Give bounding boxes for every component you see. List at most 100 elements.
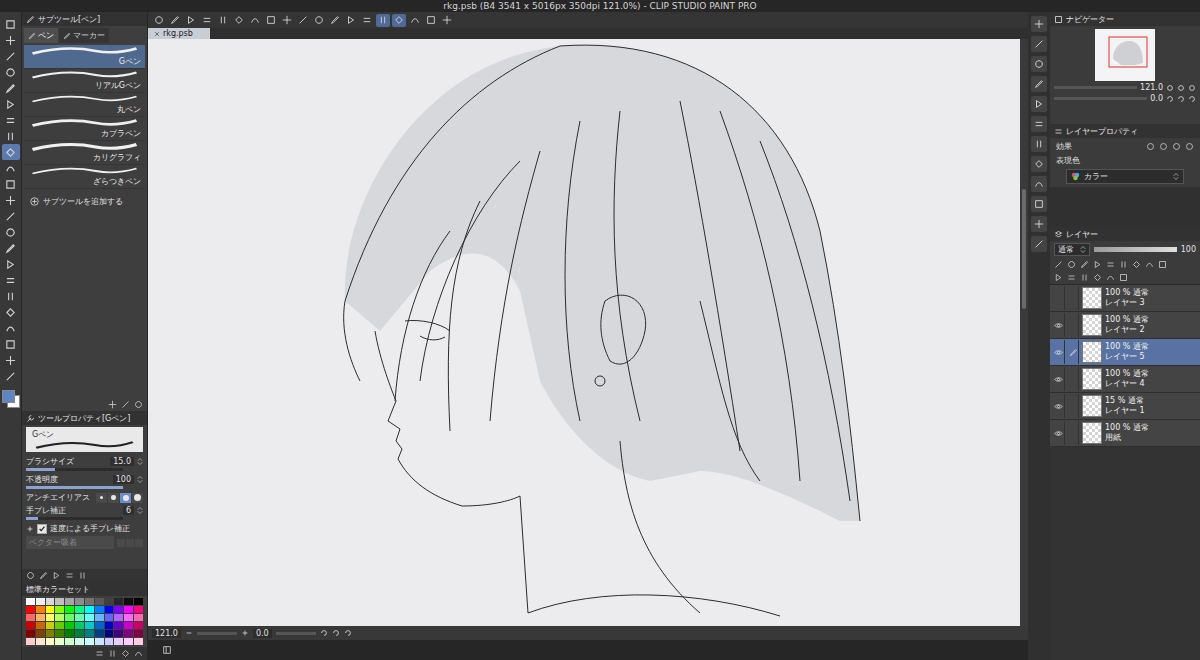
- color-swatch[interactable]: [46, 630, 55, 637]
- layer-tool-icon[interactable]: [1080, 260, 1089, 269]
- edit-target[interactable]: [1068, 394, 1079, 418]
- tool-button[interactable]: [2, 96, 20, 112]
- command-button[interactable]: [216, 14, 230, 27]
- canvas[interactable]: [148, 39, 1028, 626]
- navigator-zoom-slider[interactable]: [1054, 86, 1137, 89]
- color-swatch[interactable]: [85, 638, 94, 645]
- color-swatch[interactable]: [26, 606, 35, 613]
- layer-row[interactable]: 15 % 通常レイヤー 1: [1050, 393, 1200, 420]
- tool-button[interactable]: [2, 176, 20, 192]
- color-tab-icon[interactable]: [26, 571, 35, 580]
- antialias-option[interactable]: [120, 493, 131, 503]
- color-swatch[interactable]: [46, 614, 55, 621]
- color-swatch[interactable]: [26, 622, 35, 629]
- vertical-scrollbar[interactable]: [1020, 39, 1028, 626]
- edit-target[interactable]: [1068, 421, 1079, 445]
- canvas-tab[interactable]: rkg.psb: [148, 28, 210, 39]
- opacity-value[interactable]: 100: [1181, 245, 1196, 254]
- panel-button[interactable]: [1031, 36, 1047, 52]
- tool-button[interactable]: [2, 224, 20, 240]
- color-swatch[interactable]: [36, 630, 45, 637]
- layer-action-icon[interactable]: [1106, 273, 1115, 282]
- color-swatch[interactable]: [114, 598, 123, 605]
- opacity-slider[interactable]: [1094, 247, 1177, 252]
- command-button[interactable]: [248, 14, 262, 27]
- color-swatch[interactable]: [46, 598, 55, 605]
- tool-button[interactable]: [2, 32, 20, 48]
- mode-button[interactable]: [126, 539, 134, 547]
- tool-button[interactable]: [2, 16, 20, 32]
- zoom-out-icon[interactable]: [185, 629, 193, 637]
- edit-target[interactable]: [1068, 367, 1079, 391]
- color-swatch[interactable]: [134, 630, 143, 637]
- command-button[interactable]: [424, 14, 438, 27]
- sub-tool-tab[interactable]: マーカー: [59, 28, 109, 43]
- color-swatch[interactable]: [85, 598, 94, 605]
- color-swatch[interactable]: [46, 622, 55, 629]
- sub-tool-item[interactable]: 丸ペン: [24, 93, 145, 117]
- navigator-thumbnail[interactable]: [1095, 29, 1155, 81]
- palette-action-icon[interactable]: [108, 649, 117, 658]
- layout-icon[interactable]: [162, 645, 172, 655]
- panel-button[interactable]: [1031, 156, 1047, 172]
- command-button[interactable]: [152, 14, 166, 27]
- close-icon[interactable]: [154, 31, 160, 37]
- tool-button[interactable]: [2, 208, 20, 224]
- color-swatch[interactable]: [114, 638, 123, 645]
- main-sub-color[interactable]: [2, 390, 20, 408]
- color-swatch[interactable]: [114, 614, 123, 621]
- color-swatch[interactable]: [75, 606, 84, 613]
- tool-button[interactable]: [2, 352, 20, 368]
- color-swatch[interactable]: [55, 606, 64, 613]
- color-swatch[interactable]: [55, 630, 64, 637]
- layer-tool-icon[interactable]: [1145, 260, 1154, 269]
- color-swatch[interactable]: [85, 614, 94, 621]
- command-button[interactable]: [440, 14, 454, 27]
- color-swatch[interactable]: [26, 598, 35, 605]
- color-swatch[interactable]: [105, 630, 114, 637]
- palette-action-icon[interactable]: [95, 649, 104, 658]
- command-button[interactable]: [328, 14, 342, 27]
- main-color-chip[interactable]: [2, 390, 15, 403]
- layer-row[interactable]: 100 % 通常レイヤー 3: [1050, 285, 1200, 312]
- zoom-slider[interactable]: [197, 632, 237, 635]
- color-swatch[interactable]: [65, 638, 74, 645]
- color-swatch[interactable]: [75, 630, 84, 637]
- color-swatch[interactable]: [134, 638, 143, 645]
- visibility-toggle[interactable]: [1052, 421, 1065, 445]
- color-swatch[interactable]: [65, 622, 74, 629]
- spinner-icon[interactable]: [137, 475, 143, 484]
- color-swatch[interactable]: [85, 622, 94, 629]
- color-swatch[interactable]: [75, 598, 84, 605]
- panel-button[interactable]: [1031, 216, 1047, 232]
- zoom-button-icon[interactable]: [1188, 84, 1196, 92]
- color-swatch[interactable]: [85, 606, 94, 613]
- layer-row[interactable]: 100 % 通常レイヤー 4: [1050, 366, 1200, 393]
- color-swatch[interactable]: [55, 638, 64, 645]
- sub-tool-item[interactable]: リアルGペン: [24, 69, 145, 93]
- color-swatch[interactable]: [75, 614, 84, 621]
- color-mode-dropdown[interactable]: カラー: [1066, 169, 1184, 184]
- panel-button[interactable]: [1031, 176, 1047, 192]
- effect-icon[interactable]: [1172, 142, 1181, 151]
- color-swatch[interactable]: [46, 606, 55, 613]
- panel-button[interactable]: [1031, 76, 1047, 92]
- property-slider[interactable]: [26, 468, 123, 471]
- property-slider[interactable]: [26, 517, 123, 520]
- command-button[interactable]: [392, 14, 406, 27]
- layer-action-icon[interactable]: [1067, 273, 1076, 282]
- zoom-in-icon[interactable]: [241, 629, 249, 637]
- command-button[interactable]: [168, 14, 182, 27]
- color-swatch[interactable]: [124, 598, 133, 605]
- command-button[interactable]: [232, 14, 246, 27]
- color-swatch[interactable]: [75, 622, 84, 629]
- command-button[interactable]: [200, 14, 214, 27]
- rotate-icon[interactable]: [344, 629, 352, 637]
- command-button[interactable]: [280, 14, 294, 27]
- color-swatch[interactable]: [95, 622, 104, 629]
- color-swatch[interactable]: [65, 614, 74, 621]
- tool-button[interactable]: [2, 336, 20, 352]
- command-button[interactable]: [408, 14, 422, 27]
- color-tab-icon[interactable]: [39, 571, 48, 580]
- layer-action-icon[interactable]: [1119, 273, 1128, 282]
